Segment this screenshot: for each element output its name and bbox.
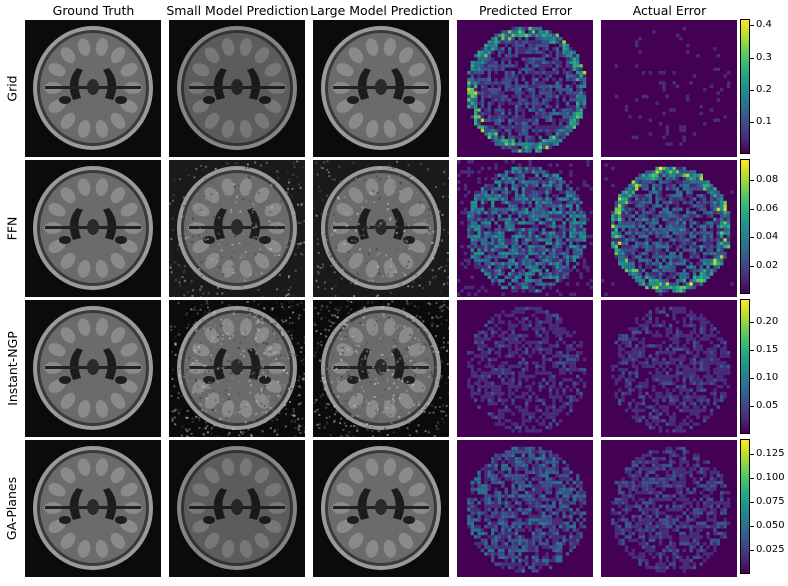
- colorbar-tick: [750, 57, 754, 59]
- colorbar-tick-label: 0.02: [756, 259, 779, 271]
- colorbar-tick: [750, 377, 754, 379]
- image-instant-ngp-ground-truth: [25, 300, 161, 437]
- row-label-text: Instant-NGP: [4, 331, 20, 406]
- image-content: [457, 160, 593, 297]
- image-instant-ngp-large-model-prediction: [313, 300, 449, 437]
- colorbar-tick-label: 0.2: [756, 83, 772, 95]
- image-content: [169, 440, 305, 577]
- row-label-ga-planes: GA-Planes: [0, 440, 24, 577]
- colorbar-tick-label: 0.15: [756, 343, 779, 355]
- image-content: [25, 300, 161, 437]
- image-content: [601, 20, 737, 157]
- column-title-large-model-prediction: Large Model Prediction: [310, 3, 453, 18]
- colorbar-ffn: [740, 159, 750, 294]
- colorbar-tick: [750, 321, 754, 323]
- image-ffn-actual-error: [601, 160, 737, 297]
- colorbar-tick-label: 0.4: [756, 19, 772, 31]
- image-ga-planes-predicted-error: [457, 440, 593, 577]
- colorbar-tick: [750, 121, 754, 123]
- colorbar-tick-label: 0.08: [756, 174, 779, 186]
- image-content: [601, 160, 737, 297]
- row-label-text: GA-Planes: [4, 476, 20, 541]
- image-content: [313, 160, 449, 297]
- image-content: [313, 20, 449, 157]
- colorbar-grid: [740, 19, 750, 154]
- colorbar-tick: [750, 405, 754, 407]
- image-content: [601, 300, 737, 437]
- colorbar-tick-label: 0.3: [756, 51, 772, 63]
- colorbar-ga-planes: [740, 439, 750, 574]
- colorbar-tick-label: 0.075: [756, 495, 785, 507]
- column-title-actual-error: Actual Error: [632, 3, 707, 18]
- image-content: [169, 160, 305, 297]
- colorbar-tick-label: 0.20: [756, 315, 779, 327]
- image-content: [601, 440, 737, 577]
- image-grid-large-model-prediction: [313, 20, 449, 157]
- image-content: [25, 20, 161, 157]
- image-content: [313, 300, 449, 437]
- colorbar-tick: [750, 180, 754, 182]
- image-ffn-large-model-prediction: [313, 160, 449, 297]
- row-label-grid: Grid: [0, 20, 24, 157]
- colorbar-tick: [750, 453, 754, 455]
- colorbar-tick: [750, 208, 754, 210]
- row-label-text: Grid: [4, 75, 20, 102]
- image-content: [457, 440, 593, 577]
- column-title-predicted-error: Predicted Error: [478, 3, 573, 18]
- image-content: [169, 20, 305, 157]
- image-instant-ngp-small-model-prediction: [169, 300, 305, 437]
- image-grid-ground-truth: [25, 20, 161, 157]
- colorbar-tick-label: 0.050: [756, 519, 785, 531]
- image-content: [169, 300, 305, 437]
- colorbar-tick: [750, 477, 754, 479]
- image-content: [25, 160, 161, 297]
- column-title-ground-truth: Ground Truth: [52, 3, 135, 18]
- image-ffn-ground-truth: [25, 160, 161, 297]
- image-ga-planes-actual-error: [601, 440, 737, 577]
- image-ga-planes-small-model-prediction: [169, 440, 305, 577]
- image-ffn-small-model-prediction: [169, 160, 305, 297]
- image-content: [457, 300, 593, 437]
- colorbar-tick-label: 0.100: [756, 471, 785, 483]
- image-grid-small-model-prediction: [169, 20, 305, 157]
- colorbar-tick: [750, 265, 754, 267]
- column-title-small-model-prediction: Small Model Prediction: [166, 3, 309, 18]
- colorbar-tick-label: 0.1: [756, 115, 772, 127]
- colorbar-tick-label: 0.05: [756, 399, 779, 411]
- image-ffn-predicted-error: [457, 160, 593, 297]
- row-label-text: FFN: [4, 216, 20, 241]
- row-label-instant-ngp: Instant-NGP: [0, 300, 24, 437]
- image-grid-predicted-error: [457, 20, 593, 157]
- image-content: [457, 20, 593, 157]
- image-content: [313, 440, 449, 577]
- colorbar-tick: [750, 237, 754, 239]
- colorbar-tick-label: 0.025: [756, 543, 785, 555]
- colorbar-tick: [750, 349, 754, 351]
- colorbar-tick-label: 0.06: [756, 202, 779, 214]
- image-ga-planes-ground-truth: [25, 440, 161, 577]
- colorbar-tick: [750, 525, 754, 527]
- image-content: [25, 440, 161, 577]
- image-grid-actual-error: [601, 20, 737, 157]
- colorbar-tick: [750, 501, 754, 503]
- image-ga-planes-large-model-prediction: [313, 440, 449, 577]
- row-label-ffn: FFN: [0, 160, 24, 297]
- image-instant-ngp-predicted-error: [457, 300, 593, 437]
- colorbar-tick: [750, 25, 754, 27]
- colorbar-tick: [750, 549, 754, 551]
- colorbar-tick-label: 0.04: [756, 231, 779, 243]
- image-instant-ngp-actual-error: [601, 300, 737, 437]
- colorbar-instant-ngp: [740, 299, 750, 434]
- colorbar-tick: [750, 89, 754, 91]
- colorbar-tick-label: 0.10: [756, 371, 779, 383]
- colorbar-tick-label: 0.125: [756, 447, 785, 459]
